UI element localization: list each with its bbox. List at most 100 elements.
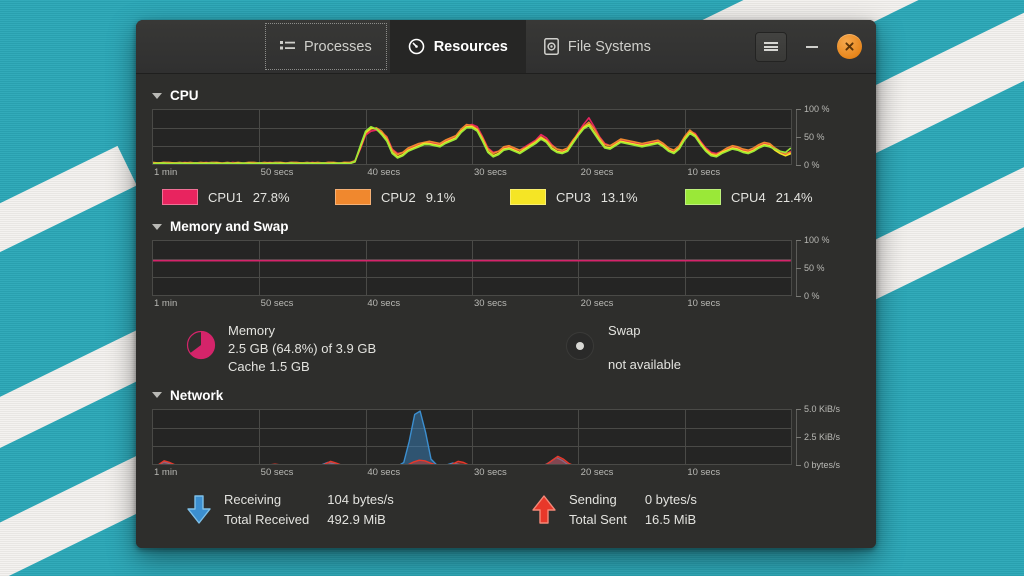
memory-graph — [152, 240, 792, 296]
x-tick-label: 20 secs — [580, 298, 614, 309]
swap-label: Swap — [608, 323, 641, 338]
chevron-down-icon — [152, 223, 162, 230]
cpu-y-axis: 100 % 50 % 0 % — [796, 104, 856, 170]
resources-panel: CPU 1 min 50 secs 40 secs 30 secs 20 secs 10 … — [136, 74, 876, 548]
cpu-legend-item-4[interactable]: CPU4 21.4% — [685, 189, 813, 205]
network-graph — [152, 408, 792, 465]
x-tick-label: 10 secs — [687, 298, 721, 309]
menu-bar — [764, 45, 778, 48]
memory-stat-text: Memory 2.5 GB (64.8%) of 3.9 GB Cache 1.… — [228, 322, 376, 376]
cpu2-color-swatch — [335, 189, 371, 205]
total-received-label: Total Received — [224, 511, 310, 527]
total-received-value: 492.9 MiB — [327, 511, 386, 527]
x-tick-label: 1 min — [154, 167, 178, 178]
y-tick-label: 2.5 KiB/s — [804, 431, 841, 442]
y-tick — [796, 137, 801, 138]
memory-y-axis: 100 % 50 % 0 % — [796, 235, 856, 301]
memory-stats-row: Memory 2.5 GB (64.8%) of 3.9 GB Cache 1.… — [152, 322, 860, 376]
network-x-axis: 1 min 50 secs 40 secs 30 secs 20 secs 10 secs — [152, 465, 792, 481]
tab-resources[interactable]: Resources — [389, 20, 526, 73]
x-tick-label: 50 secs — [260, 298, 294, 309]
menu-bar — [764, 42, 778, 44]
y-tick-label: 100 % — [804, 104, 830, 114]
total-sent-label: Total Sent — [569, 511, 627, 527]
cpu4-label: CPU4 — [731, 189, 766, 205]
memory-x-axis: 1 min 50 secs 40 secs 30 secs 20 secs 10 secs — [152, 296, 792, 312]
y-tick-label: 5.0 KiB/s — [804, 403, 841, 414]
y-tick-label: 100 % — [804, 235, 830, 245]
memory-plot-lines — [153, 241, 791, 296]
tab-file-systems-label: File Systems — [567, 38, 651, 55]
swap-dot-core — [576, 342, 584, 350]
sending-stat-block: Sending 0 bytes/s Total Sent 16.5 MiB — [531, 491, 697, 530]
y-tick — [796, 109, 801, 110]
cpu3-label: CPU3 — [556, 189, 591, 205]
cpu-legend: CPU1 27.8% CPU2 9.1% CPU3 13.1% CPU4 21.… — [152, 189, 860, 205]
gauge-icon — [408, 38, 425, 55]
cpu1-color-swatch — [162, 189, 198, 205]
network-section-header[interactable]: Network — [152, 388, 860, 403]
sending-value: 0 bytes/s — [644, 491, 697, 507]
x-tick-label: 30 secs — [474, 167, 507, 178]
download-arrow-icon — [186, 495, 212, 530]
x-tick-label: 1 min — [154, 466, 178, 478]
cpu3-color-swatch — [510, 189, 546, 205]
receiving-label: Receiving — [224, 491, 282, 507]
cpu-graph-row: 1 min 50 secs 40 secs 30 secs 20 secs 10 secs… — [152, 104, 860, 181]
y-tick-label: 0 bytes/s — [804, 459, 841, 470]
x-tick-label: 40 secs — [367, 167, 401, 178]
tab-processes-label: Processes — [304, 38, 372, 55]
y-tick-label: 0 % — [804, 160, 820, 170]
network-plot-lines — [153, 410, 791, 464]
swap-indicator-icon — [566, 332, 594, 360]
cpu-x-axis: 1 min 50 secs 40 secs 30 secs 20 secs 10 secs — [152, 165, 792, 181]
network-stats-row: Receiving 104 bytes/s Total Received 492… — [152, 491, 860, 530]
x-tick-label: 30 secs — [474, 298, 507, 309]
network-section-title: Network — [170, 387, 224, 403]
y-tick — [796, 165, 801, 166]
tab-bar: Processes Resources File Systems — [262, 20, 669, 73]
hamburger-menu-icon[interactable] — [755, 31, 787, 62]
y-tick — [796, 240, 801, 241]
cpu1-value: 27.8% — [252, 189, 290, 205]
tab-resources-label: Resources — [433, 38, 508, 55]
memory-stat-block: Memory 2.5 GB (64.8%) of 3.9 GB Cache 1.… — [186, 322, 566, 376]
receiving-stat-table: Receiving 104 bytes/s Total Received 492… — [224, 491, 394, 529]
x-tick-label: 10 secs — [687, 466, 721, 478]
swap-stat-block: Swap not available — [566, 322, 681, 376]
tab-processes[interactable]: Processes — [262, 20, 390, 73]
sending-stat-table: Sending 0 bytes/s Total Sent 16.5 MiB — [569, 491, 697, 529]
cpu-graph — [152, 109, 792, 165]
cpu-section-header[interactable]: CPU — [152, 88, 860, 103]
y-tick — [796, 296, 801, 297]
memory-section-header[interactable]: Memory and Swap — [152, 219, 860, 234]
cpu-legend-item-3[interactable]: CPU3 13.1% — [510, 189, 685, 205]
network-graph-row: 1 min 50 secs 40 secs 30 secs 20 secs 10 secs… — [152, 404, 860, 481]
cpu-legend-item-1[interactable]: CPU1 27.8% — [162, 189, 335, 205]
minimize-icon[interactable] — [801, 36, 823, 58]
memory-usage: 2.5 GB (64.8%) of 3.9 GB — [228, 340, 377, 356]
swap-stat-text: Swap not available — [608, 322, 681, 374]
memory-section-title: Memory and Swap — [170, 219, 289, 234]
cpu-legend-item-2[interactable]: CPU2 9.1% — [335, 189, 510, 205]
chevron-down-icon — [152, 392, 162, 399]
tab-file-systems[interactable]: File Systems — [526, 20, 669, 73]
receiving-value: 104 bytes/s — [327, 491, 394, 507]
y-tick-label: 0 % — [804, 291, 820, 301]
cpu-plot-lines — [153, 110, 791, 165]
upload-arrow-icon — [531, 495, 557, 530]
receiving-stat-block: Receiving 104 bytes/s Total Received 492… — [186, 491, 531, 530]
close-icon[interactable] — [837, 34, 862, 59]
y-tick — [796, 408, 801, 410]
sending-label: Sending — [569, 491, 617, 507]
cpu4-color-swatch — [685, 189, 721, 205]
window-headerbar: Processes Resources File Systems — [136, 20, 876, 74]
x-tick-label: 30 secs — [474, 466, 507, 478]
y-tick-label: 50 % — [804, 132, 825, 142]
system-monitor-window: Processes Resources File Systems CPU 1 m… — [136, 20, 876, 548]
x-tick-label: 10 secs — [687, 167, 721, 178]
x-tick-label: 20 secs — [580, 167, 614, 178]
cpu1-label: CPU1 — [208, 189, 243, 205]
x-tick-label: 50 secs — [260, 167, 294, 178]
total-sent-value: 16.5 MiB — [644, 511, 697, 527]
